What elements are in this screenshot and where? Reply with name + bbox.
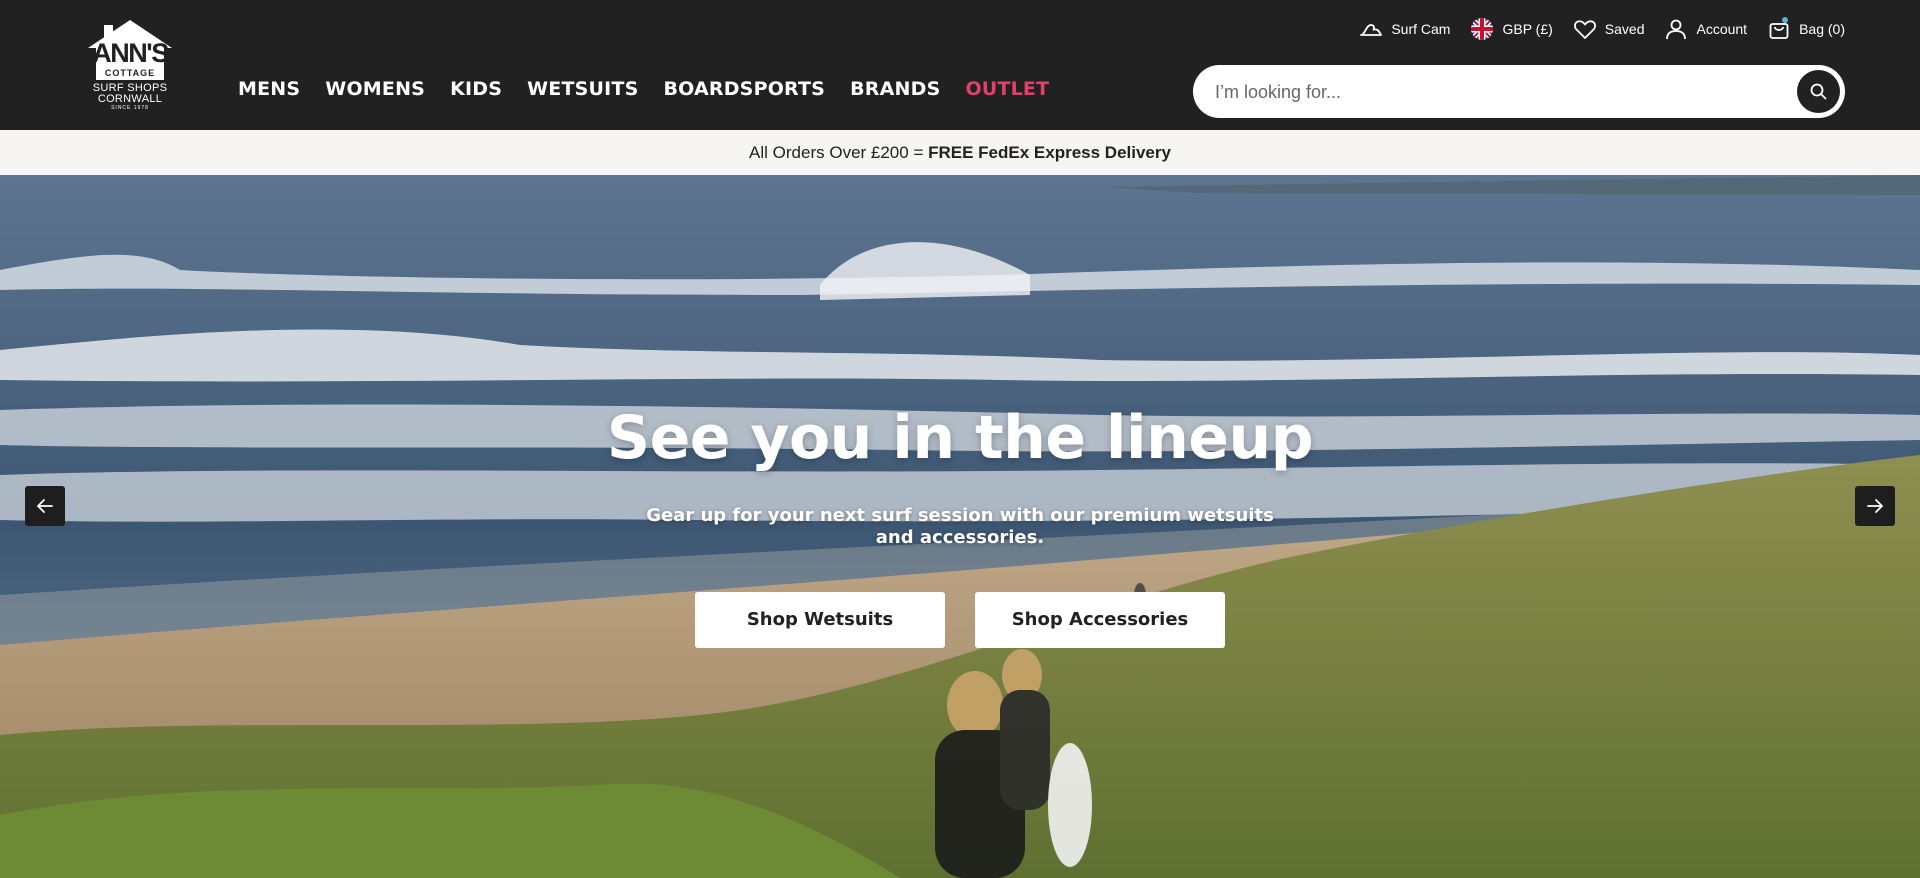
arrow-right-icon xyxy=(1867,499,1883,513)
heart-icon xyxy=(1573,17,1597,41)
promo-bold-text: FREE FedEx Express Delivery xyxy=(928,143,1171,162)
saved-label: Saved xyxy=(1604,21,1645,37)
nav-item-wetsuits[interactable]: WETSUITS xyxy=(527,78,638,100)
surf-cam-link[interactable]: Surf Cam xyxy=(1359,17,1450,41)
surf-cam-label: Surf Cam xyxy=(1391,21,1451,37)
logo-main-text: ANN'S xyxy=(92,38,169,68)
nav-item-brands[interactable]: BRANDS xyxy=(850,78,940,100)
arrow-left-icon xyxy=(37,499,53,513)
currency-selector[interactable]: GBP (£) xyxy=(1470,17,1553,41)
utility-bar: Surf Cam GBP (£) Saved Account Bag (0) xyxy=(1359,17,1845,41)
site-header: ANN'S COTTAGE SURF SHOPS CORNWALL SINCE … xyxy=(0,0,1920,130)
logo-cornwall-text: CORNWALL xyxy=(97,93,163,105)
logo[interactable]: ANN'S COTTAGE SURF SHOPS CORNWALL SINCE … xyxy=(84,18,176,112)
wave-icon xyxy=(1359,17,1383,41)
shop-accessories-button[interactable]: Shop Accessories xyxy=(975,592,1225,648)
nav-item-outlet[interactable]: OUTLET xyxy=(965,78,1049,100)
bag-label: Bag (0) xyxy=(1799,21,1845,37)
nav-item-mens[interactable]: MENS xyxy=(238,78,300,100)
logo-since-text: SINCE 1978 xyxy=(111,105,149,111)
saved-link[interactable]: Saved xyxy=(1573,17,1645,41)
search-icon xyxy=(1810,83,1827,100)
promo-bar: All Orders Over £200 = FREE FedEx Expres… xyxy=(0,130,1920,175)
nav-item-kids[interactable]: KIDS xyxy=(450,78,502,100)
hero-subtitle: Gear up for your next surf session with … xyxy=(646,505,1274,548)
shop-wetsuits-button[interactable]: Shop Wetsuits xyxy=(695,592,945,648)
user-icon xyxy=(1664,17,1688,41)
uk-flag-icon xyxy=(1470,17,1494,41)
bag-icon xyxy=(1767,17,1791,41)
bag-link[interactable]: Bag (0) xyxy=(1767,17,1845,41)
hero-title: See you in the lineup xyxy=(606,403,1314,473)
promo-text: All Orders Over £200 = xyxy=(749,143,929,162)
account-label: Account xyxy=(1696,21,1748,37)
search-bar xyxy=(1193,65,1845,118)
main-nav: MENS WOMENS KIDS WETSUITS BOARDSPORTS BR… xyxy=(238,78,1074,100)
hero-banner: See you in the lineup Gear up for your n… xyxy=(0,175,1920,878)
carousel-next-button[interactable] xyxy=(1855,486,1895,526)
search-button[interactable] xyxy=(1797,70,1840,113)
carousel-prev-button[interactable] xyxy=(25,486,65,526)
nav-item-womens[interactable]: WOMENS xyxy=(325,78,425,100)
account-link[interactable]: Account xyxy=(1664,17,1747,41)
currency-label: GBP (£) xyxy=(1502,21,1553,37)
search-input[interactable] xyxy=(1215,79,1775,105)
nav-item-boardsports[interactable]: BOARDSPORTS xyxy=(663,78,825,100)
logo-cottage-text: COTTAGE xyxy=(104,68,156,78)
